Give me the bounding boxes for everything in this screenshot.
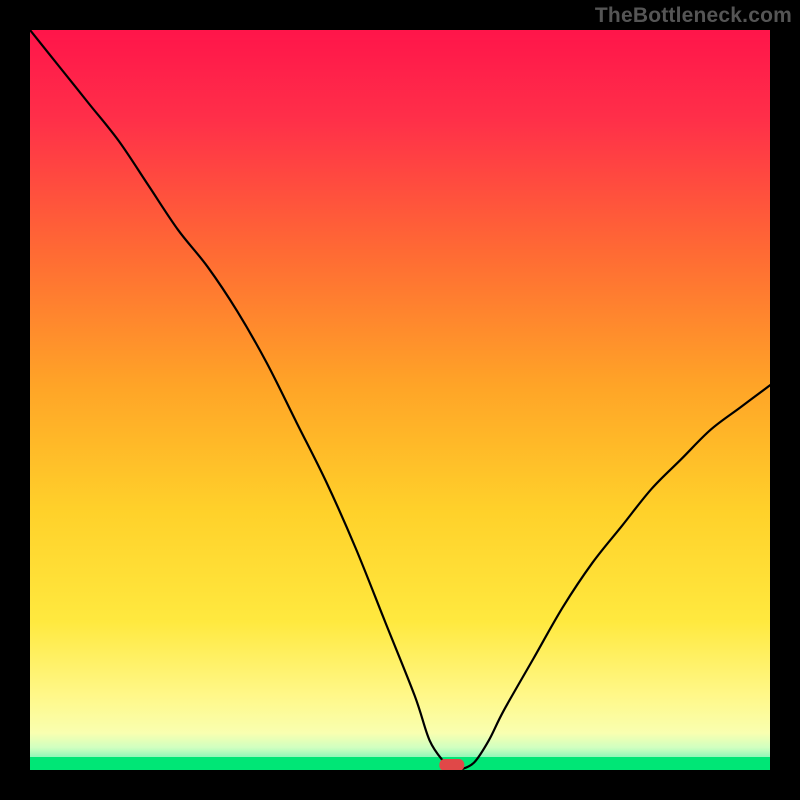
- bottleneck-curve: [30, 30, 770, 770]
- curve-layer: [30, 30, 770, 770]
- watermark-text: TheBottleneck.com: [595, 4, 792, 28]
- chart-frame: TheBottleneck.com: [0, 0, 800, 800]
- plot-area: [30, 30, 770, 770]
- optimal-point-marker: [440, 760, 464, 771]
